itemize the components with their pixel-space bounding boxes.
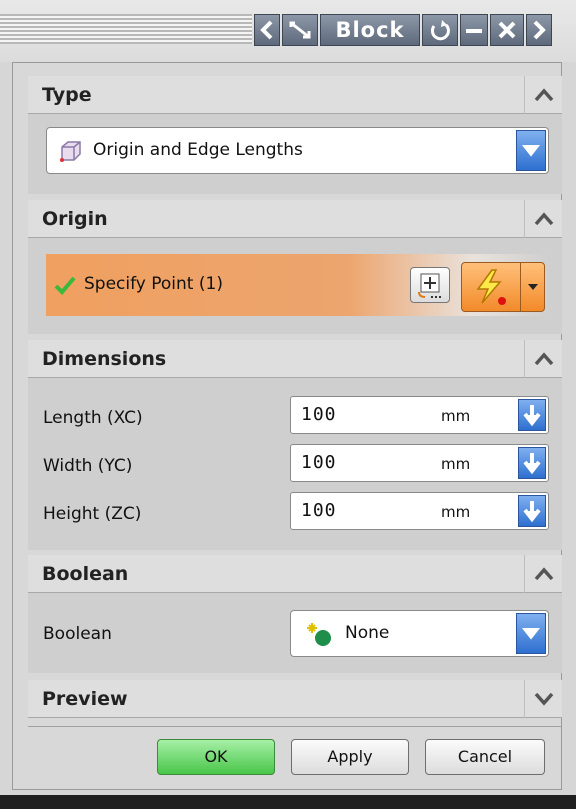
chevron-down-icon[interactable] bbox=[520, 263, 545, 311]
chevron-down-icon[interactable] bbox=[516, 130, 546, 171]
chevron-down-icon[interactable] bbox=[516, 613, 546, 654]
block-cube-icon bbox=[57, 138, 83, 168]
arrow-down-icon[interactable] bbox=[518, 447, 546, 479]
select-icon[interactable] bbox=[282, 14, 318, 46]
length-unit: mm bbox=[441, 407, 471, 425]
width-label: Width (YC) bbox=[43, 456, 133, 476]
width-unit: mm bbox=[441, 455, 471, 473]
length-field[interactable]: 100 mm bbox=[290, 396, 549, 434]
close-icon[interactable] bbox=[490, 14, 524, 46]
chevron-up-icon[interactable] bbox=[524, 200, 562, 238]
chevron-up-icon[interactable] bbox=[524, 340, 562, 378]
length-label: Length (XC) bbox=[43, 408, 143, 428]
cancel-button[interactable]: Cancel bbox=[425, 739, 545, 775]
next-icon[interactable] bbox=[526, 14, 552, 46]
checkmark-icon bbox=[54, 274, 76, 300]
boolean-dropdown[interactable]: None bbox=[290, 610, 549, 657]
chevron-up-icon[interactable] bbox=[524, 555, 562, 593]
length-value[interactable]: 100 bbox=[301, 404, 337, 425]
drag-grip[interactable] bbox=[0, 14, 252, 44]
inferred-point-icon bbox=[468, 267, 512, 311]
section-header-preview[interactable]: Preview bbox=[28, 680, 562, 718]
ok-button[interactable]: OK bbox=[157, 739, 275, 775]
boolean-none-icon bbox=[305, 621, 337, 653]
section-header-dimensions[interactable]: Dimensions bbox=[28, 340, 562, 378]
minimize-icon[interactable] bbox=[460, 14, 488, 46]
height-value[interactable]: 100 bbox=[301, 500, 337, 521]
section-title: Preview bbox=[42, 688, 128, 710]
boolean-label: Boolean bbox=[43, 624, 112, 644]
prev-icon[interactable] bbox=[254, 14, 280, 46]
point-dialog-icon bbox=[411, 273, 449, 306]
title-bar: Block bbox=[0, 0, 576, 62]
boolean-selected-value: None bbox=[345, 623, 390, 643]
width-value[interactable]: 100 bbox=[301, 452, 337, 473]
section-header-boolean[interactable]: Boolean bbox=[28, 555, 562, 593]
section-header-type[interactable]: Type bbox=[28, 76, 562, 114]
reset-icon[interactable] bbox=[422, 14, 458, 46]
section-title: Origin bbox=[42, 208, 108, 230]
section-title: Type bbox=[42, 84, 92, 106]
chevron-down-icon[interactable] bbox=[524, 680, 562, 718]
section-title: Boolean bbox=[42, 563, 129, 585]
footer-divider bbox=[28, 726, 562, 727]
apply-button[interactable]: Apply bbox=[291, 739, 409, 775]
type-selected-value: Origin and Edge Lengths bbox=[93, 140, 303, 160]
arrow-down-icon[interactable] bbox=[518, 399, 546, 431]
width-field[interactable]: 100 mm bbox=[290, 444, 549, 482]
height-field[interactable]: 100 mm bbox=[290, 492, 549, 530]
point-dialog-button[interactable] bbox=[410, 267, 450, 303]
height-label: Height (ZC) bbox=[43, 504, 142, 524]
bottom-edge bbox=[0, 795, 576, 809]
type-dropdown[interactable]: Origin and Edge Lengths bbox=[46, 127, 549, 174]
dialog-title: Block bbox=[320, 14, 420, 46]
arrow-down-icon[interactable] bbox=[518, 495, 546, 527]
inferred-point-dropdown[interactable] bbox=[461, 262, 545, 312]
chevron-up-icon[interactable] bbox=[524, 76, 562, 114]
section-title: Dimensions bbox=[42, 348, 167, 370]
section-header-origin[interactable]: Origin bbox=[28, 200, 562, 238]
specify-point-label: Specify Point (1) bbox=[84, 274, 223, 294]
height-unit: mm bbox=[441, 503, 471, 521]
